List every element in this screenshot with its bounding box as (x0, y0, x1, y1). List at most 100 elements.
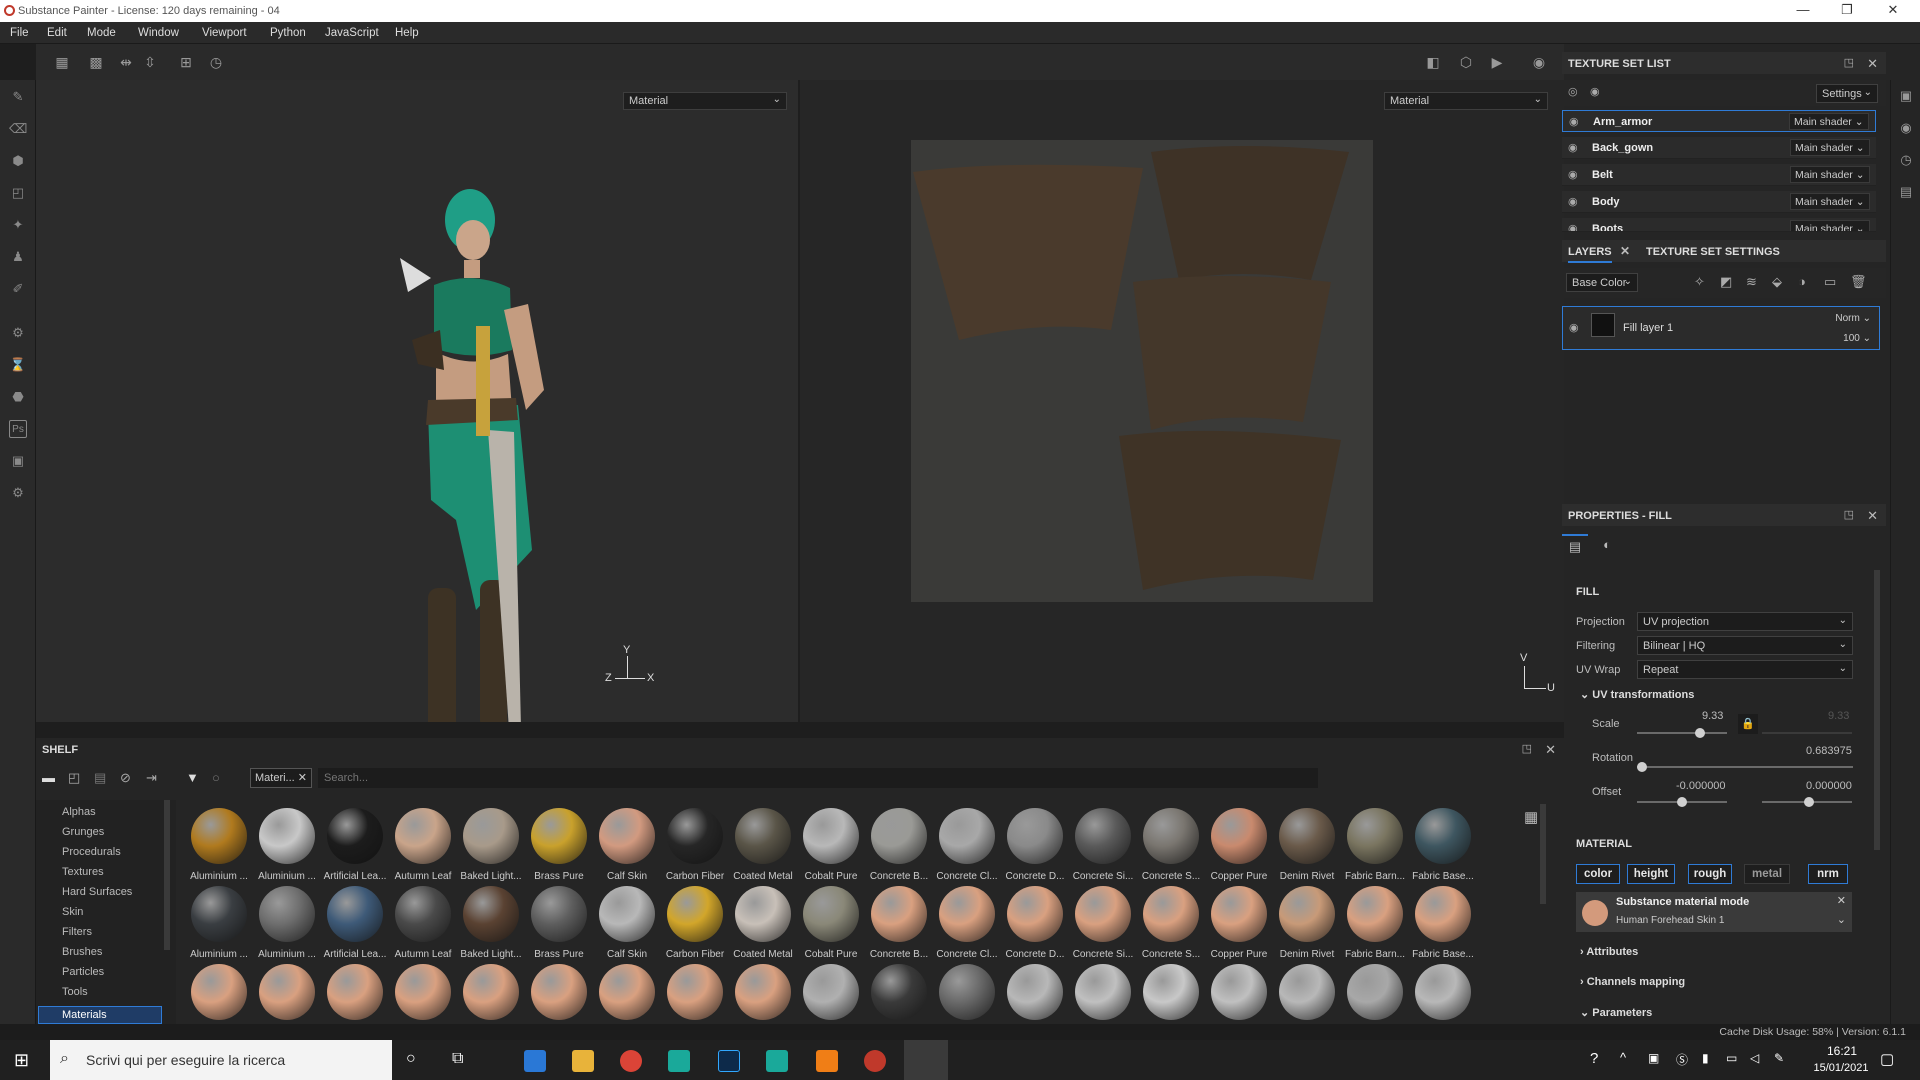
settings-icon[interactable]: ⚙ (9, 484, 27, 502)
material-thumbnail[interactable] (1415, 964, 1471, 1020)
scale-slider[interactable] (1637, 732, 1727, 734)
volume-icon[interactable]: ◁ (1750, 1051, 1759, 1065)
add-layer-icon[interactable]: ≋ (1746, 274, 1757, 290)
channel-select[interactable]: Base Color ⌄ (1566, 273, 1638, 292)
photoshop-export-icon[interactable]: Ps (9, 420, 27, 438)
material-thumbnail[interactable] (735, 808, 791, 864)
shelf-category-item[interactable]: Particles (62, 966, 104, 978)
grid-alt-icon[interactable]: ▩ (87, 53, 105, 71)
material-thumbnail[interactable] (1007, 808, 1063, 864)
symmetry-x-icon[interactable]: ⇹ (117, 53, 135, 71)
material-thumbnail[interactable] (1279, 808, 1335, 864)
close-panel-icon[interactable]: ✕ (1867, 56, 1878, 72)
offset-x-value[interactable]: -0.000000 (1676, 780, 1726, 792)
usb-icon[interactable]: ▮ (1702, 1051, 1709, 1065)
material-thumbnail[interactable] (259, 808, 315, 864)
tab-layers[interactable]: LAYERS (1568, 246, 1612, 263)
properties-scrollbar[interactable] (1874, 570, 1880, 850)
lock-icon[interactable]: 🔒 (1738, 714, 1758, 734)
folder-icon[interactable]: ▬ (42, 770, 55, 785)
categories-scrollbar[interactable] (164, 800, 170, 950)
texture-set-row[interactable]: ◉ Boots Main shader ⌄ (1562, 218, 1876, 232)
chevron-down-icon[interactable]: ⌄ (1837, 913, 1846, 926)
clone-stamp-icon[interactable]: ♟ (9, 248, 27, 266)
screenshot-icon[interactable]: ◉ (1530, 53, 1548, 71)
cortana-icon[interactable]: ○ (406, 1050, 416, 1068)
material-thumbnail[interactable] (939, 964, 995, 1020)
history-icon[interactable]: ◷ (207, 53, 225, 71)
shader-select[interactable]: Main shader ⌄ (1790, 139, 1870, 156)
delete-icon[interactable]: 🗑 (1850, 274, 1867, 290)
eye-icon[interactable]: ◉ (1590, 85, 1600, 98)
bake-settings-icon[interactable]: ⚙ (9, 324, 27, 342)
offset-y-knob[interactable] (1804, 797, 1814, 807)
material-thumbnail[interactable] (803, 808, 859, 864)
chip-rough[interactable]: rough (1688, 864, 1732, 884)
material-thumbnail[interactable] (1143, 886, 1199, 942)
eye-closed-icon[interactable]: ◎ (1568, 85, 1578, 98)
shader-select[interactable]: Main shader ⌄ (1789, 113, 1869, 130)
material-thumbnail[interactable] (803, 886, 859, 942)
material-thumbnail[interactable] (1211, 886, 1267, 942)
chrome-taskbar-icon[interactable] (620, 1050, 642, 1072)
material-thumbnail[interactable] (1075, 964, 1131, 1020)
maya-taskbar-icon[interactable] (668, 1050, 690, 1072)
pen-icon[interactable]: ✎ (1774, 1051, 1784, 1065)
shelf-category-item[interactable]: Procedurals (62, 846, 121, 858)
minimize-button[interactable]: — (1786, 2, 1820, 20)
float-panel-icon[interactable]: ◳ (1844, 508, 1854, 521)
attributes-toggle[interactable]: › Attributes (1580, 946, 1638, 958)
skype-icon[interactable]: Ⓢ (1676, 1051, 1688, 1068)
material-mode-box[interactable]: Substance material mode Human Forehead S… (1576, 892, 1852, 932)
taskbar-search-box[interactable]: ⌕ Scrivi qui per eseguire la ricerca (50, 1040, 392, 1080)
offset-x-knob[interactable] (1677, 797, 1687, 807)
close-tab-icon[interactable]: ✕ (1620, 244, 1630, 258)
material-thumbnail[interactable] (667, 808, 723, 864)
menu-mode[interactable]: Mode (87, 27, 116, 39)
filter-icon[interactable]: ▼ (186, 770, 199, 785)
texture-set-row[interactable]: ◉ Back_gown Main shader ⌄ (1562, 137, 1876, 159)
material-thumbnail[interactable] (599, 886, 655, 942)
close-panel-icon[interactable]: ✕ (1545, 742, 1556, 758)
material-thumbnail[interactable] (395, 886, 451, 942)
substance-taskbar-icon[interactable] (864, 1050, 886, 1072)
explorer-taskbar-icon[interactable] (572, 1050, 594, 1072)
material-thumbnail[interactable] (871, 886, 927, 942)
chevron-up-icon[interactable]: ^ (1620, 1050, 1626, 1065)
viewport-2d-mode-select[interactable]: Material ⌄ (1384, 92, 1548, 110)
material-thumbnail[interactable] (463, 886, 519, 942)
material-thumbnail[interactable] (939, 808, 995, 864)
material-thumbnail[interactable] (531, 886, 587, 942)
log-panel-icon[interactable]: ▤ (1897, 184, 1915, 202)
material-thumbnail[interactable] (735, 964, 791, 1020)
menu-file[interactable]: File (10, 27, 29, 39)
uv-transformations-toggle[interactable]: ⌄ UV transformations (1580, 688, 1694, 701)
material-thumbnail[interactable] (327, 886, 383, 942)
material-thumbnail[interactable] (939, 886, 995, 942)
material-thumbnail[interactable] (871, 808, 927, 864)
texture-set-settings-select[interactable]: Settings ⌄ (1816, 84, 1878, 103)
material-thumbnail[interactable] (259, 886, 315, 942)
shelf-category-item[interactable]: Materials (38, 1006, 162, 1024)
paint-brush-icon[interactable]: ✎ (9, 88, 27, 106)
material-thumbnail[interactable] (191, 964, 247, 1020)
shader-select[interactable]: Main shader ⌄ (1790, 220, 1870, 231)
photoshop-taskbar-icon[interactable] (718, 1050, 740, 1072)
rotation-slider-knob[interactable] (1637, 762, 1647, 772)
hide-icon[interactable]: ⊘ (120, 770, 131, 786)
material-thumbnail[interactable] (531, 964, 587, 1020)
network-icon[interactable]: ▭ (1726, 1051, 1737, 1065)
shelf-category-item[interactable]: Tools (62, 986, 88, 998)
split-view-icon[interactable]: ◧ (1424, 53, 1442, 71)
material-thumbnail[interactable] (1211, 964, 1267, 1020)
add-fill-layer-icon[interactable]: ⬙ (1772, 274, 1782, 290)
eye-icon[interactable]: ◉ (1568, 222, 1578, 231)
rotation-slider[interactable] (1637, 766, 1853, 768)
uv-wrap-select[interactable]: Repeat ⌄ (1637, 660, 1853, 679)
material-thumbnail[interactable] (1007, 964, 1063, 1020)
tab-texture-set-settings[interactable]: TEXTURE SET SETTINGS (1646, 246, 1780, 258)
material-thumbnail[interactable] (599, 808, 655, 864)
shelf-category-item[interactable]: Grunges (62, 826, 104, 838)
material-thumbnail[interactable] (667, 886, 723, 942)
material-properties-tab-icon[interactable]: ◐ (1594, 534, 1620, 560)
